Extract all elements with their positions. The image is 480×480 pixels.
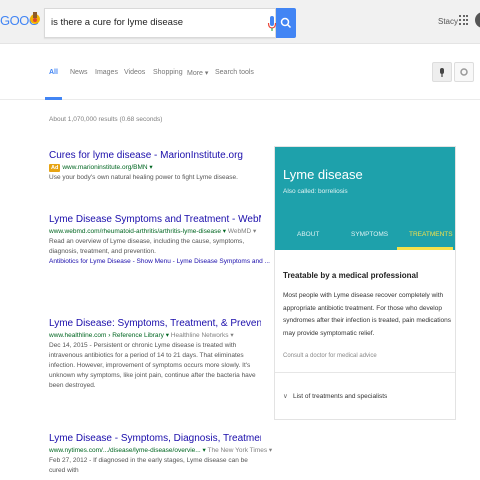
chevron-down-icon: ∨ — [283, 393, 288, 400]
result-snippet: Read an overview of Lyme disease, includ… — [49, 238, 245, 255]
result-source[interactable]: Healthline Networks ▾ — [169, 332, 234, 339]
divider — [275, 372, 455, 373]
kp-active-tab-indicator — [397, 247, 453, 250]
result-sitelinks[interactable]: Antibiotics for Lyme Disease - Show Menu… — [49, 257, 270, 267]
result-url: www.webmd.com/rheumatoid-arthritis/arthr… — [49, 227, 261, 236]
treatments-list-label: List of treatments and specialists — [293, 393, 388, 400]
knowledge-panel-heading: Treatable by a medical professional — [283, 271, 419, 280]
search-result: Cures for lyme disease - MarionInstitute… — [49, 150, 261, 183]
tab-images[interactable]: Images — [95, 69, 118, 76]
result-url-text[interactable]: www.webmd.com/rheumatoid-arthritis/arthr… — [49, 228, 226, 235]
result-title-link[interactable]: Lyme Disease - Symptoms, Diagnosis, Trea… — [49, 433, 261, 445]
search-query-text: is there a cure for lyme disease — [51, 17, 184, 28]
apps-grid-icon[interactable] — [459, 15, 469, 25]
kp-tab-about[interactable]: ABOUT — [297, 231, 319, 238]
result-url-text[interactable]: www.nytimes.com/.../disease/lyme-disease… — [49, 447, 206, 454]
result-url: www.nytimes.com/.../disease/lyme-disease… — [49, 446, 272, 455]
knowledge-panel-note: Consult a doctor for medical advice — [283, 353, 377, 359]
search-result: Lyme Disease: Symptoms, Treatment, & Pre… — [49, 318, 261, 391]
mic-tool-button[interactable] — [432, 62, 452, 82]
top-bar: GOOG is there a cure for lyme disease St… — [0, 0, 480, 44]
knowledge-panel-text: Most people with Lyme disease recover co… — [283, 292, 452, 337]
result-title-link[interactable]: Lyme Disease Symptoms and Treatment - We… — [49, 214, 261, 226]
tab-videos[interactable]: Videos — [124, 69, 145, 76]
user-name[interactable]: Stacy — [438, 17, 458, 26]
search-result: Lyme Disease - Symptoms, Diagnosis, Trea… — [49, 433, 272, 476]
result-title-link[interactable]: Lyme Disease: Symptoms, Treatment, & Pre… — [49, 318, 261, 330]
kp-tab-symptoms[interactable]: SYMPTOMS — [351, 231, 388, 238]
search-result: Lyme Disease Symptoms and Treatment - We… — [49, 214, 270, 267]
result-url: Ad www.marioninstitute.org/BMN ▾ — [49, 163, 261, 172]
ad-badge: Ad — [49, 164, 61, 172]
tab-search-tools[interactable]: Search tools — [215, 69, 254, 76]
settings-button[interactable] — [454, 62, 474, 82]
result-snippet: Use your body's own natural healing powe… — [49, 174, 238, 181]
result-source[interactable]: The New York Times ▾ — [206, 447, 272, 454]
mic-tool-icon — [440, 68, 444, 77]
doodle-icon[interactable] — [27, 10, 43, 26]
search-input[interactable]: is there a cure for lyme disease — [44, 8, 277, 38]
search-button[interactable] — [276, 8, 296, 38]
treatments-list-expander[interactable]: ∨ List of treatments and specialists — [283, 392, 387, 400]
result-stats: About 1,070,000 results (0.68 seconds) — [49, 116, 163, 123]
search-icon — [280, 17, 292, 29]
active-tab-indicator — [45, 97, 62, 100]
result-source[interactable]: WebMD ▾ — [226, 228, 256, 235]
knowledge-panel: Lyme disease Also called: borreliosis AB… — [274, 146, 456, 420]
search-tabs: All News Images Videos Shopping More ▾ S… — [0, 44, 480, 100]
tab-news[interactable]: News — [70, 69, 88, 76]
kp-tab-treatments[interactable]: TREATMENTS — [409, 231, 453, 238]
result-url-text[interactable]: www.healthline.com › Reference Library ▾ — [49, 332, 169, 339]
result-snippet: Dec 14, 2015 - Persistent or chronic Lym… — [49, 342, 256, 389]
result-url: www.healthline.com › Reference Library ▾… — [49, 331, 261, 340]
knowledge-panel-subtitle: Also called: borreliosis — [283, 188, 348, 195]
result-url-text[interactable]: www.marioninstitute.org/BMN ▾ — [62, 164, 152, 171]
tab-more[interactable]: More ▾ — [187, 69, 208, 77]
result-title-link[interactable]: Cures for lyme disease - MarionInstitute… — [49, 150, 261, 162]
knowledge-panel-title: Lyme disease — [283, 167, 363, 182]
tab-all[interactable]: All — [49, 69, 58, 76]
result-snippet: Feb 27, 2012 - If diagnosed in the early… — [49, 457, 248, 474]
avatar-icon[interactable] — [475, 12, 480, 28]
knowledge-panel-header: Lyme disease Also called: borreliosis AB… — [275, 147, 455, 250]
settings-icon — [460, 68, 468, 76]
tab-shopping[interactable]: Shopping — [153, 69, 183, 76]
